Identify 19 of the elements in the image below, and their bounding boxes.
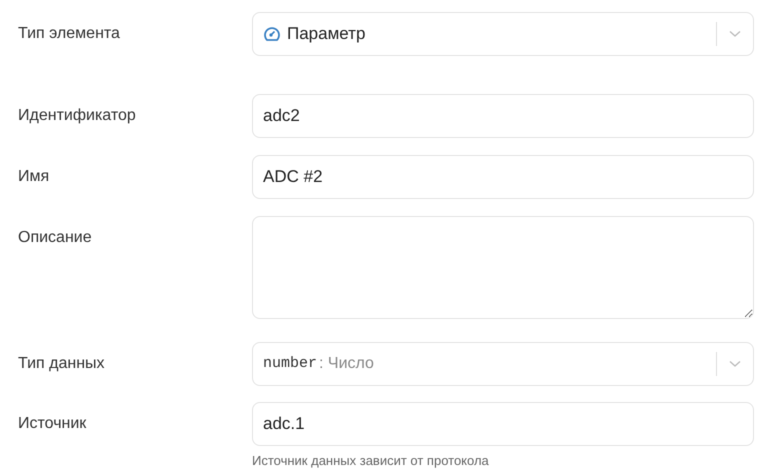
- chevron-down-icon: [729, 30, 741, 38]
- input-field[interactable]: ADC #2: [252, 155, 754, 199]
- dropdown[interactable]: Параметр: [252, 12, 754, 56]
- selected-value: Параметр: [287, 23, 366, 46]
- dropdown[interactable]: number: Число: [252, 342, 754, 386]
- help-text: Источник данных зависит от протокола: [252, 452, 490, 470]
- field-label: Имя: [17, 167, 50, 187]
- input-field[interactable]: adc.1: [252, 402, 754, 446]
- chevron-down-icon: [729, 360, 741, 368]
- field-label: Тип данных: [17, 354, 106, 374]
- gauge-icon: [263, 25, 281, 43]
- field-label: Источник: [17, 414, 88, 434]
- type-code: number: [263, 354, 318, 374]
- input-field[interactable]: adc2: [252, 94, 754, 138]
- type-name: : Число: [319, 354, 374, 374]
- description-field[interactable]: [252, 216, 754, 319]
- field-label: Идентификатор: [17, 106, 137, 126]
- field-label: Описание: [17, 228, 93, 248]
- field-label: Тип элемента: [17, 24, 121, 44]
